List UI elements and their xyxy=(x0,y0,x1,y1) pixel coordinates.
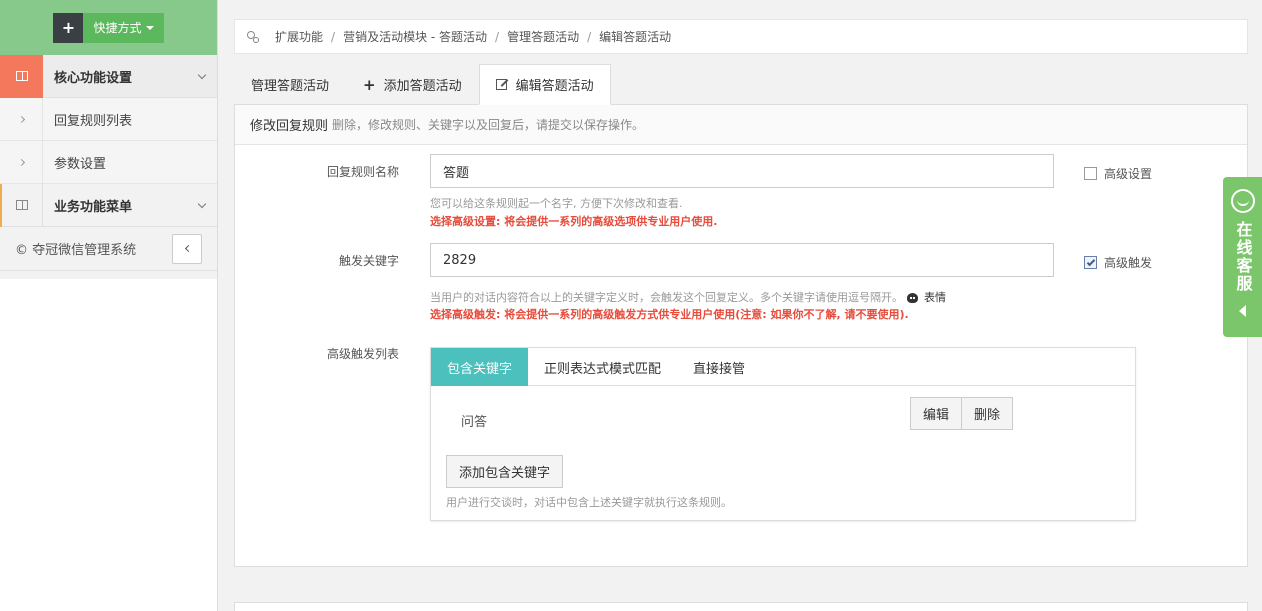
trigger-tabs: 包含关键字 正则表达式模式匹配 直接接管 xyxy=(431,348,1135,386)
breadcrumb-item[interactable]: 扩展功能 xyxy=(275,28,323,45)
rule-name-label: 回复规则名称 xyxy=(326,165,399,179)
caret-down-icon xyxy=(145,25,154,30)
tab-regex[interactable]: 正则表达式模式匹配 xyxy=(528,348,677,386)
bottom-panel xyxy=(234,602,1248,611)
breadcrumb: 扩展功能 / 营销及活动模块 - 答题活动 / 管理答题活动 / 编辑答题活动 xyxy=(234,19,1248,54)
tab-edit[interactable]: 编辑答题活动 xyxy=(478,64,611,105)
edit-button[interactable]: 编辑 xyxy=(910,397,963,430)
keyword-help-red: 选择高级触发: 将会提供一系列的高级触发方式供专业用户使用(注意: 如果你不了解… xyxy=(430,308,909,321)
delete-button[interactable]: 删除 xyxy=(961,397,1014,430)
online-service-tab[interactable]: 在线客服 xyxy=(1223,177,1262,337)
shortcut-button[interactable]: + 快捷方式 xyxy=(53,12,164,43)
panel-title: 修改回复规则 xyxy=(250,119,329,134)
breadcrumb-item[interactable]: 营销及活动模块 - 答题活动 xyxy=(343,28,487,45)
rule-name-help-red: 选择高级设置: 将会提供一系列的高级选项供专业用户使用. xyxy=(430,215,718,228)
plus-icon: + xyxy=(53,12,84,43)
advanced-setting-label: 高级设置 xyxy=(1104,167,1153,181)
advanced-trigger-checkbox[interactable]: 高级触发 xyxy=(1084,254,1152,271)
keyword-item: 问答 xyxy=(461,415,488,430)
sidebar-item-reply-rules[interactable]: 回复规则列表 xyxy=(0,97,217,141)
keyword-help: 当用户的对话内容符合以上的关键字定义时，会触发这个回复定义。多个关键字请使用逗号… xyxy=(430,291,946,304)
keyword-input[interactable]: 2829 xyxy=(430,243,1054,277)
copyright-text: © 夺冠微信管理系统 xyxy=(15,243,137,258)
shortcut-label: 快捷方式 xyxy=(93,21,142,35)
edit-icon xyxy=(495,79,507,90)
panel-subtitle: 删除，修改规则、关键字以及回复后，请提交以保存操作。 xyxy=(332,118,645,132)
menu-group-business[interactable]: 业务功能菜单 xyxy=(0,183,217,227)
gears-icon xyxy=(247,30,259,43)
service-label: 在线客服 xyxy=(1233,221,1253,293)
keyword-value: 2829 xyxy=(443,252,477,268)
chat-bubble-icon xyxy=(1230,189,1255,213)
sidebar: + 快捷方式 核心功能设置 回复规则列表 参数设置 业务功能菜单 © 夺冠微信管… xyxy=(0,0,218,611)
tab-manage[interactable]: 管理答题活动 xyxy=(234,64,346,105)
tab-direct[interactable]: 直接接管 xyxy=(677,348,761,386)
menu-group-core[interactable]: 核心功能设置 xyxy=(0,54,217,98)
shortcut-bar: + 快捷方式 xyxy=(0,0,217,55)
edit-panel: 修改回复规则 删除，修改规则、关键字以及回复后，请提交以保存操作。 回复规则名称… xyxy=(234,104,1248,567)
plus-icon: + xyxy=(363,75,376,94)
emoji-icon[interactable] xyxy=(907,293,918,303)
keyword-label: 触发关键字 xyxy=(338,254,399,268)
checkbox[interactable] xyxy=(1084,167,1097,180)
trigger-help: 用户进行交谈时，对话中包含上述关键字就执行这条规则。 xyxy=(446,496,732,509)
chevron-right-icon xyxy=(17,115,25,123)
page-tabs: 管理答题活动 + 添加答题活动 编辑答题活动 xyxy=(234,64,611,105)
copyright-bar: © 夺冠微信管理系统 xyxy=(0,227,217,271)
add-keyword-button[interactable]: 添加包含关键字 xyxy=(446,455,564,488)
sidebar-item-settings[interactable]: 参数设置 xyxy=(0,140,217,184)
sidebar-item-label: 参数设置 xyxy=(54,156,107,172)
rule-name-help: 您可以给这条规则起一个名字, 方便下次修改和查看. xyxy=(430,197,683,210)
chevron-down-icon xyxy=(197,199,207,208)
emoji-link[interactable]: 表情 xyxy=(924,291,946,304)
advanced-setting-checkbox[interactable]: 高级设置 xyxy=(1084,165,1152,182)
breadcrumb-item[interactable]: 管理答题活动 xyxy=(507,28,579,45)
menu-group-label: 核心功能设置 xyxy=(54,70,133,86)
panel-heading: 修改回复规则 删除，修改规则、关键字以及回复后，请提交以保存操作。 xyxy=(235,105,1247,145)
chevron-right-icon xyxy=(17,158,25,166)
breadcrumb-current: 编辑答题活动 xyxy=(599,30,672,44)
tab-label: 编辑答题活动 xyxy=(515,79,594,94)
book-icon xyxy=(16,200,28,210)
menu-group-label: 业务功能菜单 xyxy=(54,199,133,215)
chevron-down-icon xyxy=(197,70,207,79)
tab-contains-keyword[interactable]: 包含关键字 xyxy=(431,348,529,386)
checkbox-checked[interactable] xyxy=(1084,256,1097,269)
keyword-actions: 编辑 删除 xyxy=(910,397,1014,430)
trigger-list-label: 高级触发列表 xyxy=(326,347,399,361)
rule-name-value: 答题 xyxy=(443,165,470,181)
rule-name-input[interactable]: 答题 xyxy=(430,154,1054,188)
tab-label: 添加答题活动 xyxy=(383,79,462,94)
sidebar-item-label: 回复规则列表 xyxy=(54,113,133,129)
trigger-list-panel: 包含关键字 正则表达式模式匹配 直接接管 问答 编辑 删除 添加包含关键字 用户… xyxy=(430,347,1136,521)
tab-label: 管理答题活动 xyxy=(251,79,330,94)
check-icon xyxy=(1086,257,1095,266)
chevron-left-icon xyxy=(184,244,192,253)
advanced-trigger-label: 高级触发 xyxy=(1104,256,1153,270)
collapse-sidebar-button[interactable] xyxy=(172,233,202,264)
arrow-left-icon xyxy=(1239,305,1246,317)
tab-add[interactable]: + 添加答题活动 xyxy=(346,64,479,105)
book-icon xyxy=(15,71,28,81)
